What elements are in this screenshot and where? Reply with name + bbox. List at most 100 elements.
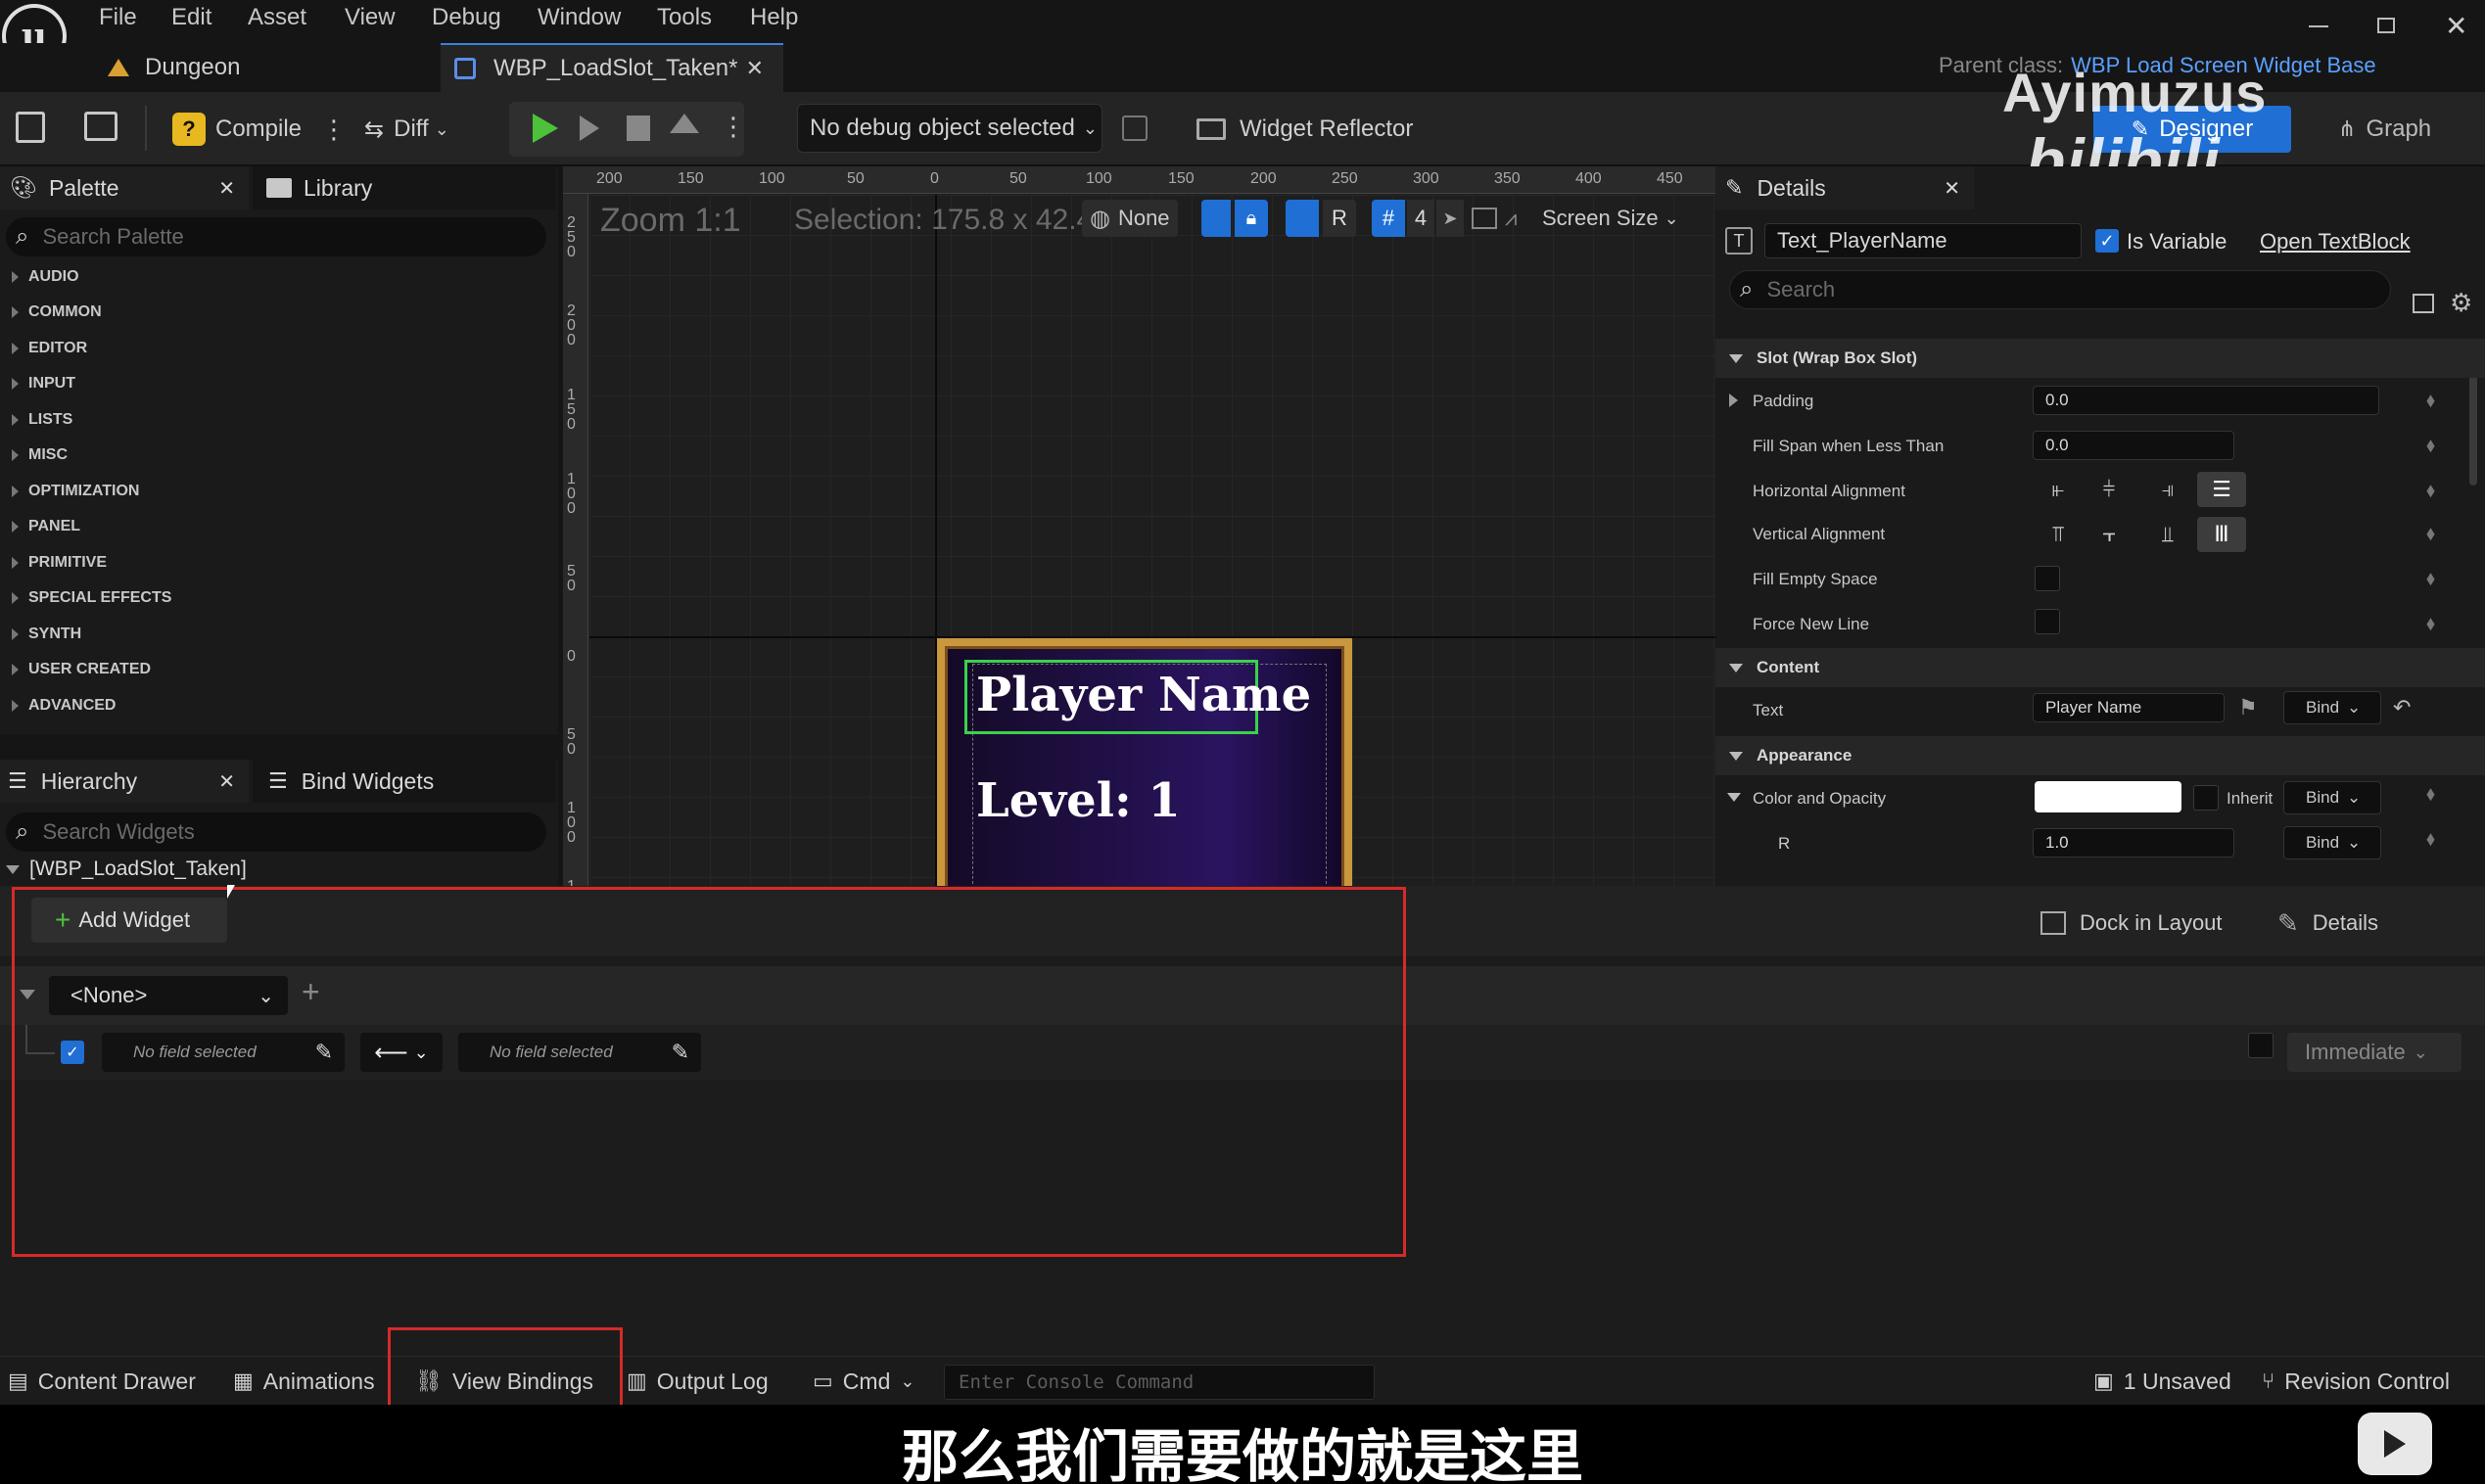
output-log-button[interactable]: ▥ Output Log <box>627 1357 769 1406</box>
reset-to-default-icon[interactable]: ⬧ <box>2426 783 2435 806</box>
force-new-line-checkbox[interactable] <box>2035 609 2060 634</box>
align-center-icon[interactable]: ⫩ <box>2080 472 2138 507</box>
fill-empty-space-checkbox[interactable] <box>2035 566 2060 591</box>
text-bind-dropdown[interactable]: Bind ⌄ <box>2283 691 2381 724</box>
level-text[interactable]: Level: 1 <box>976 773 1181 828</box>
close-tab-icon[interactable]: ✕ <box>218 176 235 201</box>
expand-triangle-icon[interactable] <box>1729 394 1738 407</box>
bind-widgets-tab[interactable]: ☰ Bind Widgets <box>253 760 556 803</box>
reset-to-default-icon[interactable]: ⬧ <box>2426 568 2435 590</box>
align-right-icon[interactable]: ⫣ <box>2138 472 2197 507</box>
grid-snap-icon[interactable]: # <box>1372 200 1405 237</box>
table-view-icon[interactable] <box>2413 294 2434 313</box>
menu-debug[interactable]: Debug <box>432 4 501 31</box>
reset-to-default-icon[interactable]: ⬧ <box>2426 435 2435 457</box>
minimize-button[interactable] <box>2309 25 2328 27</box>
open-textblock-link[interactable]: Open TextBlock <box>2260 229 2411 255</box>
compile-button[interactable]: ? Compile ⋮ <box>172 110 347 149</box>
widget-name-field[interactable]: Text_PlayerName <box>1764 223 2082 258</box>
palette-search-input[interactable]: ⌕ Search Palette <box>6 217 546 256</box>
align-top-icon[interactable]: ⫪ <box>2037 517 2080 552</box>
collapse-triangle-icon[interactable] <box>1727 793 1741 802</box>
close-tab-icon[interactable]: ✕ <box>218 769 235 794</box>
category-audio[interactable]: AUDIO <box>12 268 79 286</box>
cmd-dropdown[interactable]: ▭ Cmd ⌄ <box>813 1357 914 1406</box>
unsaved-button[interactable]: ▣ 1 Unsaved <box>2093 1357 2231 1406</box>
flag-icon[interactable]: ⚑ <box>2238 695 2258 720</box>
widget-reflector-button[interactable]: Widget Reflector <box>1196 110 1413 149</box>
category-advanced[interactable]: ADVANCED <box>12 697 116 715</box>
eject-icon[interactable] <box>670 114 699 133</box>
respect-locks-toggle[interactable] <box>1201 200 1231 237</box>
stop-icon[interactable] <box>627 116 650 141</box>
category-editor[interactable]: EDITOR <box>12 340 87 357</box>
category-misc[interactable]: MISC <box>12 446 68 464</box>
align-left-icon[interactable]: ⫦ <box>2037 472 2080 507</box>
localization-icon[interactable] <box>1286 200 1319 237</box>
reset-to-default-icon[interactable]: ⬧ <box>2426 828 2435 851</box>
content-section-header[interactable]: Content <box>1715 648 2485 687</box>
project-tab[interactable]: Dungeon <box>108 43 240 92</box>
hierarchy-tab[interactable]: ☰ Hierarchy ✕ <box>0 760 249 803</box>
designer-viewport[interactable]: 200 150 100 50 0 50 100 150 200 250 300 … <box>563 166 1715 886</box>
library-tab[interactable]: Library <box>253 166 556 209</box>
fill-span-field[interactable]: 0.0 <box>2033 431 2234 460</box>
category-optimization[interactable]: OPTIMIZATION <box>12 483 139 500</box>
cursor-icon[interactable]: ➤ <box>1436 200 1464 237</box>
appearance-section-header[interactable]: Appearance <box>1715 736 2485 775</box>
reset-to-default-icon[interactable]: ⬧ <box>2426 480 2435 502</box>
reset-to-default-icon[interactable]: ⬧ <box>2426 523 2435 545</box>
image-icon[interactable] <box>1472 208 1497 229</box>
align-vertical-fill-icon[interactable]: Ⅲ <box>2197 517 2246 552</box>
close-tab-icon[interactable]: ✕ <box>746 56 764 81</box>
video-play-icon[interactable] <box>2358 1413 2432 1475</box>
r-bind-dropdown[interactable]: Bind ⌄ <box>2283 826 2381 859</box>
reset-to-default-icon[interactable]: ⬧ <box>2426 613 2435 635</box>
category-input[interactable]: INPUT <box>12 375 75 393</box>
browse-icon[interactable] <box>84 112 117 141</box>
restore-button[interactable] <box>2377 18 2395 33</box>
r-toggle-button[interactable]: R <box>1323 200 1356 237</box>
content-drawer-button[interactable]: ▤ Content Drawer <box>8 1357 196 1406</box>
category-special-effects[interactable]: SPECIAL EFFECTS <box>12 589 171 607</box>
padding-field[interactable]: 0.0 <box>2033 386 2379 415</box>
load-slot-preview[interactable]: Player Name Level: 1 <box>937 638 1352 886</box>
category-lists[interactable]: LISTS <box>12 411 72 429</box>
reset-to-default-icon[interactable]: ⬧ <box>2426 390 2435 412</box>
menu-help[interactable]: Help <box>750 4 798 31</box>
console-command-input[interactable]: Enter Console Command <box>944 1365 1375 1400</box>
menu-window[interactable]: Window <box>538 4 621 31</box>
lock-icon[interactable]: 🔒︎ <box>1235 200 1268 237</box>
wireframe-icon[interactable]: ⩘ <box>1505 206 1517 231</box>
bindings-details-button[interactable]: ✎ Details <box>2277 904 2378 943</box>
menu-edit[interactable]: Edit <box>171 4 211 31</box>
slot-section-header[interactable]: Slot (Wrap Box Slot) <box>1715 339 2485 378</box>
category-synth[interactable]: SYNTH <box>12 626 81 643</box>
inherit-checkbox[interactable] <box>2193 785 2219 811</box>
category-panel[interactable]: PANEL <box>12 518 80 535</box>
hierarchy-root-item[interactable]: [WBP_LoadSlot_Taken] <box>6 858 247 881</box>
palette-tab[interactable]: 🎨︎ Palette ✕ <box>0 166 249 209</box>
grid-size-value[interactable]: 4 <box>1407 200 1434 237</box>
screen-size-dropdown[interactable]: Screen Size ⌄ <box>1542 200 1679 237</box>
category-user-created[interactable]: USER CREATED <box>12 661 151 678</box>
play-options-icon[interactable]: ⋮ <box>721 112 746 142</box>
details-tab[interactable]: ✎ Details ✕ <box>1715 166 1974 209</box>
menu-asset[interactable]: Asset <box>248 4 306 31</box>
text-value-field[interactable]: Player Name <box>2033 693 2225 722</box>
world-dropdown[interactable]: ◍ None <box>1082 200 1178 237</box>
debug-object-dropdown[interactable]: No debug object selected ⌄ <box>797 104 1102 153</box>
hierarchy-search-input[interactable]: ⌕ Search Widgets <box>6 812 546 852</box>
step-icon[interactable] <box>580 116 599 141</box>
animations-button[interactable]: ▦ Animations <box>233 1357 375 1406</box>
category-common[interactable]: COMMON <box>12 303 102 321</box>
is-variable-checkbox[interactable]: ✓ <box>2095 229 2119 253</box>
menu-file[interactable]: File <box>99 4 137 31</box>
player-name-text[interactable]: Player Name <box>976 668 1311 722</box>
asset-tab[interactable]: WBP_LoadSlot_Taken* ✕ <box>441 43 783 92</box>
details-search-input[interactable]: ⌕ Search <box>1729 270 2391 309</box>
menu-tools[interactable]: Tools <box>657 4 712 31</box>
save-icon[interactable] <box>16 112 45 143</box>
align-middle-icon[interactable]: ⫟ <box>2080 517 2138 552</box>
category-primitive[interactable]: PRIMITIVE <box>12 554 107 572</box>
